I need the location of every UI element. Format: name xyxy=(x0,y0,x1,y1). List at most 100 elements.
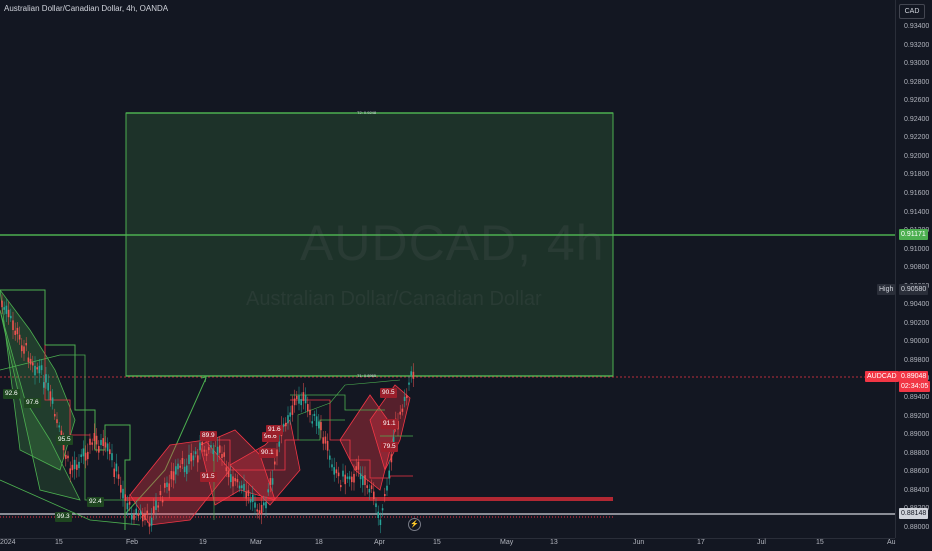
price-tick: 0.90400 xyxy=(904,301,930,309)
candle-body xyxy=(278,441,280,447)
candle-body xyxy=(331,464,333,468)
candle-body xyxy=(298,395,300,404)
candle-body xyxy=(333,467,335,475)
price-tick: 0.92200 xyxy=(904,134,930,142)
price-tick: 0.90000 xyxy=(904,338,930,346)
candle-body xyxy=(177,463,179,470)
candle-body xyxy=(192,455,195,461)
candle-body xyxy=(205,453,208,456)
entry-label: T1: 0.8965 xyxy=(357,373,377,378)
candle-body xyxy=(311,421,313,424)
candle-body xyxy=(54,413,56,417)
candle-body xyxy=(265,501,267,509)
candle-body xyxy=(181,458,184,464)
candle-body xyxy=(329,455,331,460)
candle-body xyxy=(307,404,309,412)
candle-body xyxy=(320,422,322,431)
candle-body xyxy=(410,371,412,376)
time-tick: 18 xyxy=(315,539,323,546)
candle-body xyxy=(91,442,93,445)
pattern-label: 89.9 xyxy=(200,431,217,441)
candle-body xyxy=(32,362,34,366)
candle-body xyxy=(351,476,353,483)
price-tick: 0.91000 xyxy=(904,245,930,253)
chart-area[interactable]: Australian Dollar/Canadian Dollar, 4h, O… xyxy=(0,0,895,538)
candle-body xyxy=(166,482,168,488)
price-tick: 0.92000 xyxy=(904,152,930,160)
candle-body xyxy=(115,463,118,472)
candle-body xyxy=(403,396,406,401)
candle-body xyxy=(293,398,296,406)
time-tick: Jun xyxy=(633,539,645,546)
candle-body xyxy=(170,470,173,480)
candle-body xyxy=(120,484,122,493)
candle-body xyxy=(271,478,274,485)
candle-body xyxy=(340,485,342,488)
candle-body xyxy=(296,395,298,400)
candle-body xyxy=(355,466,357,471)
candle-body xyxy=(78,461,80,469)
symbol-watermark: AUDCAD, 4h xyxy=(300,215,605,271)
candle-body xyxy=(219,445,221,453)
bar-countdown-label: 02:34:05 xyxy=(899,381,931,392)
candle-body xyxy=(194,451,197,455)
price-tick: 0.89400 xyxy=(904,394,930,401)
candle-body xyxy=(67,455,69,459)
candle-body xyxy=(153,506,155,514)
time-tick: Jul xyxy=(757,539,766,546)
candle-body xyxy=(157,505,159,508)
candle-body xyxy=(100,439,102,446)
candle-body xyxy=(131,514,133,520)
pattern-label: 90.5 xyxy=(380,388,397,398)
pattern-label: 95.5 xyxy=(56,435,73,445)
lightning-icon[interactable]: ⚡ xyxy=(408,518,421,531)
candle-body xyxy=(230,474,232,483)
candle-body xyxy=(65,454,67,459)
pattern-label: 99.3 xyxy=(55,512,72,522)
candle-body xyxy=(95,435,98,445)
candle-body xyxy=(263,502,265,506)
candle-body xyxy=(1,300,3,308)
candle-body xyxy=(47,382,49,391)
candle-body xyxy=(247,490,250,497)
candle-body xyxy=(7,309,10,318)
candle-body xyxy=(225,467,228,472)
candle-body xyxy=(377,511,379,519)
candle-body xyxy=(175,466,177,475)
candle-body xyxy=(5,305,8,314)
candle-body xyxy=(313,413,316,417)
candle-body xyxy=(210,445,212,448)
candle-body xyxy=(197,455,199,463)
candle-body xyxy=(401,408,404,412)
candle-body xyxy=(335,469,338,474)
candle-body xyxy=(18,334,21,340)
price-tick: 0.88400 xyxy=(904,486,930,494)
time-tick: 17 xyxy=(697,539,705,546)
candle-body xyxy=(364,475,366,486)
candle-body xyxy=(368,488,371,493)
candle-body xyxy=(399,411,401,415)
candle-body xyxy=(234,478,236,482)
price-tick: 0.93200 xyxy=(904,41,930,49)
high-text-label: High xyxy=(877,284,896,295)
candle-body xyxy=(25,342,27,346)
candle-body xyxy=(304,395,307,404)
candle-body xyxy=(56,419,58,424)
candle-body xyxy=(80,454,82,458)
candle-body xyxy=(390,454,393,463)
price-tick: 0.92400 xyxy=(904,115,930,123)
candle-body xyxy=(186,465,188,474)
candle-body xyxy=(324,436,327,444)
candle-body xyxy=(45,374,47,383)
candle-body xyxy=(381,508,384,511)
candle-body xyxy=(322,437,324,444)
time-tick: Au xyxy=(887,539,896,546)
candle-body xyxy=(243,483,245,491)
price-tick: 0.88600 xyxy=(904,468,930,476)
candle-body xyxy=(27,357,30,363)
price-tick: 0.89800 xyxy=(904,356,930,364)
candle-body xyxy=(289,412,291,417)
currency-button[interactable]: CAD xyxy=(899,4,925,19)
price-tick: 0.93000 xyxy=(904,60,930,68)
candle-body xyxy=(221,454,223,459)
